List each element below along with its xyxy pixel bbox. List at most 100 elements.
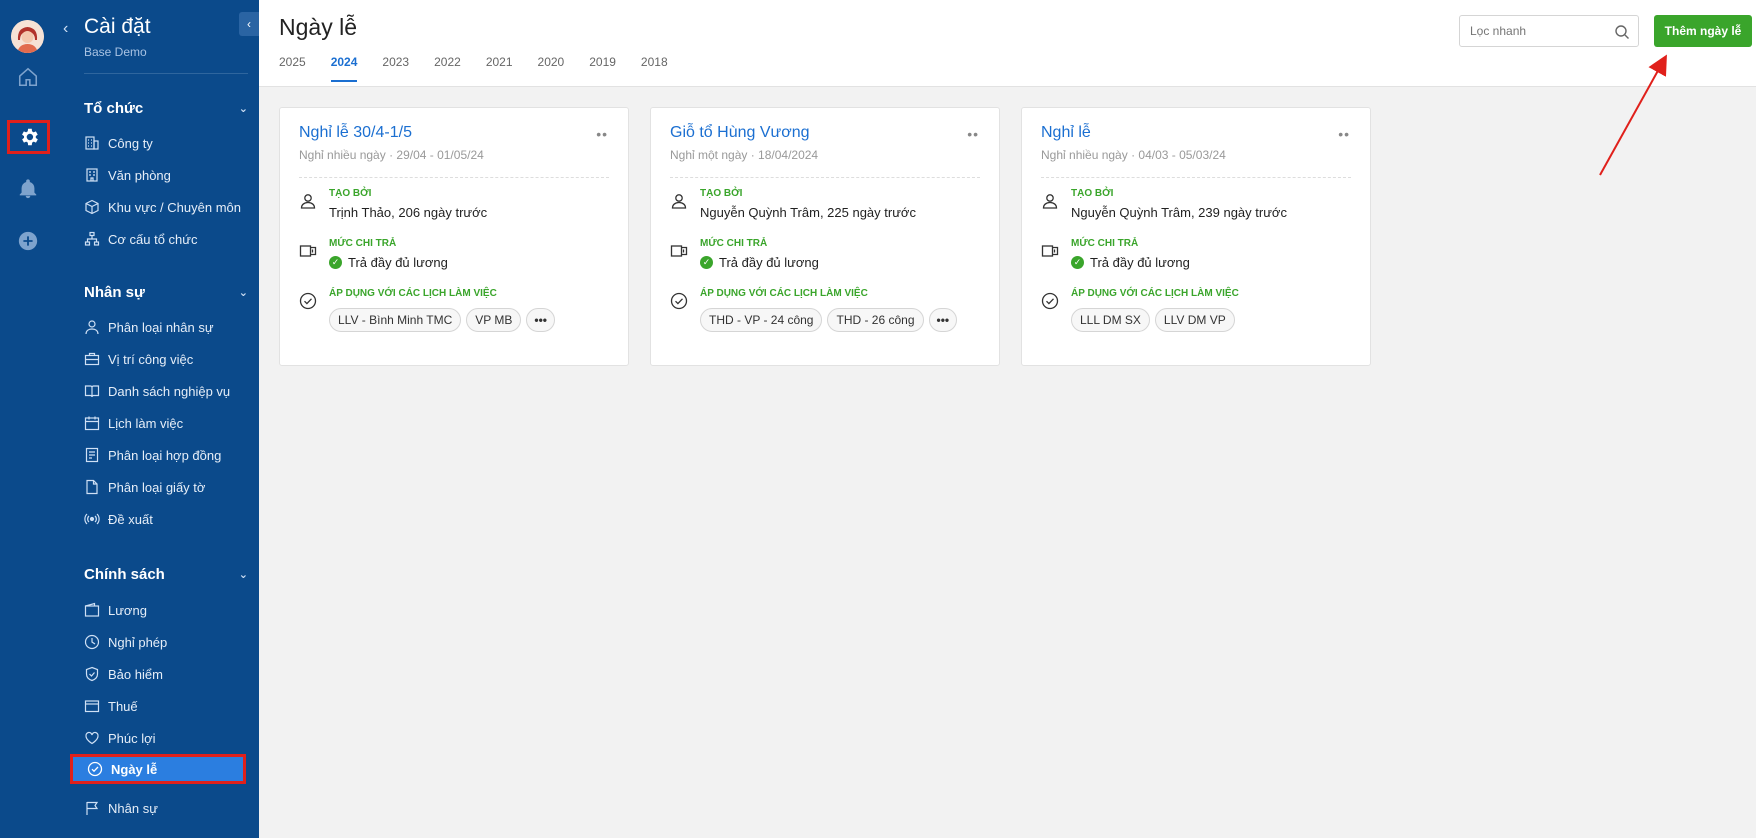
- holiday-card[interactable]: Giỗ tổ Hùng Vương •• Nghỉ một ngày · 18/…: [650, 107, 1000, 366]
- building-icon: [84, 135, 100, 151]
- sidebar-item-vi-tri[interactable]: Vị trí công việc: [84, 345, 248, 373]
- check-circle-icon: [670, 292, 688, 310]
- broadcast-icon: [84, 511, 100, 527]
- tab-year-2020[interactable]: 2020: [538, 55, 565, 82]
- sidebar-item-label: Công ty: [108, 135, 153, 151]
- tab-year-2024[interactable]: 2024: [330, 55, 358, 82]
- sidebar-item-label: Văn phòng: [108, 167, 171, 183]
- divider: [670, 177, 980, 178]
- schedule-chip[interactable]: THD - 26 công: [827, 308, 924, 332]
- sidebar-item-co-cau[interactable]: Cơ cấu tổ chức: [84, 225, 248, 253]
- tax-icon: [84, 698, 100, 714]
- schedule-chips: LLV - Bình Minh TMC VP MB •••: [329, 308, 555, 332]
- pay-rate-value: ✓ Trả đầy đủ lương: [1071, 255, 1190, 270]
- check-badge-icon: ✓: [700, 256, 713, 269]
- tab-year-2025[interactable]: 2025: [279, 55, 306, 82]
- wallet-icon: [84, 602, 100, 618]
- check-badge-icon: ✓: [329, 256, 342, 269]
- schedules-label: ÁP DỤNG VỚI CÁC LỊCH LÀM VIỆC: [329, 288, 497, 299]
- home-icon[interactable]: [14, 63, 41, 90]
- pay-rate-label: MỨC CHI TRẢ: [700, 238, 768, 249]
- sidebar-item-lich-lam-viec[interactable]: Lịch làm việc: [84, 409, 248, 437]
- sidebar-item-hop-dong[interactable]: Phân loại hợp đồng: [84, 441, 248, 469]
- avatar[interactable]: [11, 20, 44, 53]
- sidebar-item-khu-vuc[interactable]: Khu vực / Chuyên môn: [84, 193, 248, 221]
- tab-year-2018[interactable]: 2018: [641, 55, 668, 82]
- sidebar-item-van-phong[interactable]: Văn phòng: [84, 161, 248, 189]
- more-schedules-button[interactable]: •••: [928, 308, 958, 332]
- group-to-chuc[interactable]: Tổ chức ⌄: [84, 100, 248, 117]
- created-by-label: TẠO BỞI: [700, 188, 743, 199]
- page-title: Ngày lễ: [279, 14, 357, 40]
- more-options-icon[interactable]: ••: [967, 126, 979, 142]
- group-chinh-sach[interactable]: Chính sách ⌄: [84, 566, 248, 583]
- check-circle-icon: [1041, 292, 1059, 310]
- holiday-card[interactable]: Nghỉ lễ •• Nghỉ nhiều ngày · 04/03 - 05/…: [1021, 107, 1371, 366]
- group-nhan-su[interactable]: Nhân sự ⌄: [84, 284, 248, 301]
- holiday-subtitle: Nghỉ nhiều ngày · 04/03 - 05/03/24: [1041, 148, 1226, 162]
- search-input[interactable]: [1460, 16, 1600, 46]
- created-by-value: Nguyễn Quỳnh Trâm, 239 ngày trước: [1071, 205, 1287, 220]
- sidebar-item-nhan-su[interactable]: Nhân sự: [84, 794, 248, 822]
- collapse-sidebar-button[interactable]: ‹: [239, 12, 259, 36]
- schedule-chip[interactable]: THD - VP - 24 công: [700, 308, 823, 332]
- back-chevron-icon[interactable]: ‹: [63, 20, 68, 38]
- holiday-title[interactable]: Giỗ tổ Hùng Vương: [670, 124, 810, 142]
- sidebar-item-thue[interactable]: Thuế: [84, 692, 248, 720]
- sidebar-item-cong-ty[interactable]: Công ty: [84, 129, 248, 157]
- sidebar-item-label: Cơ cấu tổ chức: [108, 231, 198, 247]
- more-options-icon[interactable]: ••: [596, 126, 608, 142]
- icon-rail: [0, 0, 55, 838]
- schedule-chip[interactable]: VP MB: [466, 308, 522, 332]
- tab-year-2021[interactable]: 2021: [486, 55, 513, 82]
- sidebar-item-danh-sach[interactable]: Danh sách nghiệp vụ: [84, 377, 248, 405]
- holiday-title[interactable]: Nghỉ lễ: [1041, 124, 1091, 142]
- created-by-value: Nguyễn Quỳnh Trâm, 225 ngày trước: [700, 205, 916, 220]
- check-circle-icon: [299, 292, 317, 310]
- sidebar-item-de-xuat[interactable]: Đề xuất: [84, 505, 248, 533]
- bell-icon[interactable]: [14, 175, 41, 202]
- holiday-subtitle: Nghỉ nhiều ngày · 29/04 - 01/05/24: [299, 148, 484, 162]
- plus-circle-icon[interactable]: [14, 227, 41, 254]
- sidebar-item-label: Lương: [108, 602, 147, 618]
- sidebar-item-bao-hiem[interactable]: Bảo hiểm: [84, 660, 248, 688]
- more-options-icon[interactable]: ••: [1338, 126, 1350, 142]
- group-label: Nhân sự: [84, 284, 145, 301]
- group-label: Chính sách: [84, 566, 165, 583]
- search-box: [1459, 15, 1639, 47]
- created-by-value: Trịnh Thảo, 206 ngày trước: [329, 205, 488, 220]
- tab-year-2023[interactable]: 2023: [382, 55, 409, 82]
- sidebar-item-phan-loai-nhan-su[interactable]: Phân loại nhân sự: [84, 313, 248, 341]
- pay-rate-text: Trả đầy đủ lương: [719, 255, 819, 270]
- heart-hand-icon: [84, 730, 100, 746]
- sidebar-item-label: Lịch làm việc: [108, 415, 184, 431]
- add-holiday-button[interactable]: Thêm ngày lễ: [1654, 15, 1752, 47]
- settings-highlight[interactable]: [7, 120, 50, 154]
- pay-rate-value: ✓ Trả đầy đủ lương: [329, 255, 448, 270]
- tab-year-2022[interactable]: 2022: [434, 55, 461, 82]
- holiday-card[interactable]: Nghỉ lễ 30/4-1/5 •• Nghỉ nhiều ngày · 29…: [279, 107, 629, 366]
- tab-year-2019[interactable]: 2019: [589, 55, 616, 82]
- schedule-chip[interactable]: LLV - Bình Minh TMC: [329, 308, 462, 332]
- search-icon[interactable]: [1614, 24, 1630, 40]
- chevron-down-icon: ⌄: [238, 287, 248, 299]
- sidebar-item-label: Khu vực / Chuyên môn: [108, 199, 241, 215]
- sidebar-item-phuc-loi[interactable]: Phúc lợi: [84, 724, 248, 752]
- more-schedules-button[interactable]: •••: [526, 308, 555, 332]
- holiday-subtitle: Nghỉ một ngày · 18/04/2024: [670, 148, 819, 162]
- sidebar-item-luong[interactable]: Lương: [84, 596, 248, 624]
- schedule-chip[interactable]: LLL DM SX: [1071, 308, 1150, 332]
- book-icon: [84, 383, 100, 399]
- sidebar-item-ngay-le[interactable]: Ngày lễ: [70, 754, 246, 784]
- clock-icon: [84, 634, 100, 650]
- sidebar-item-label: Thuế: [108, 698, 138, 714]
- sidebar-subtitle: Base Demo: [84, 45, 147, 59]
- schedule-chip[interactable]: LLV DM VP: [1154, 308, 1235, 332]
- sidebar-item-giay-to[interactable]: Phân loại giấy tờ: [84, 473, 248, 501]
- holiday-title[interactable]: Nghỉ lễ 30/4-1/5: [299, 124, 412, 142]
- sidebar-item-label: Phúc lợi: [108, 730, 156, 746]
- pay-rate-text: Trả đầy đủ lương: [1090, 255, 1190, 270]
- sidebar-item-nghi-phep[interactable]: Nghỉ phép: [84, 628, 248, 656]
- sidebar-item-label: Bảo hiểm: [108, 666, 163, 682]
- money-book-icon: [670, 242, 688, 260]
